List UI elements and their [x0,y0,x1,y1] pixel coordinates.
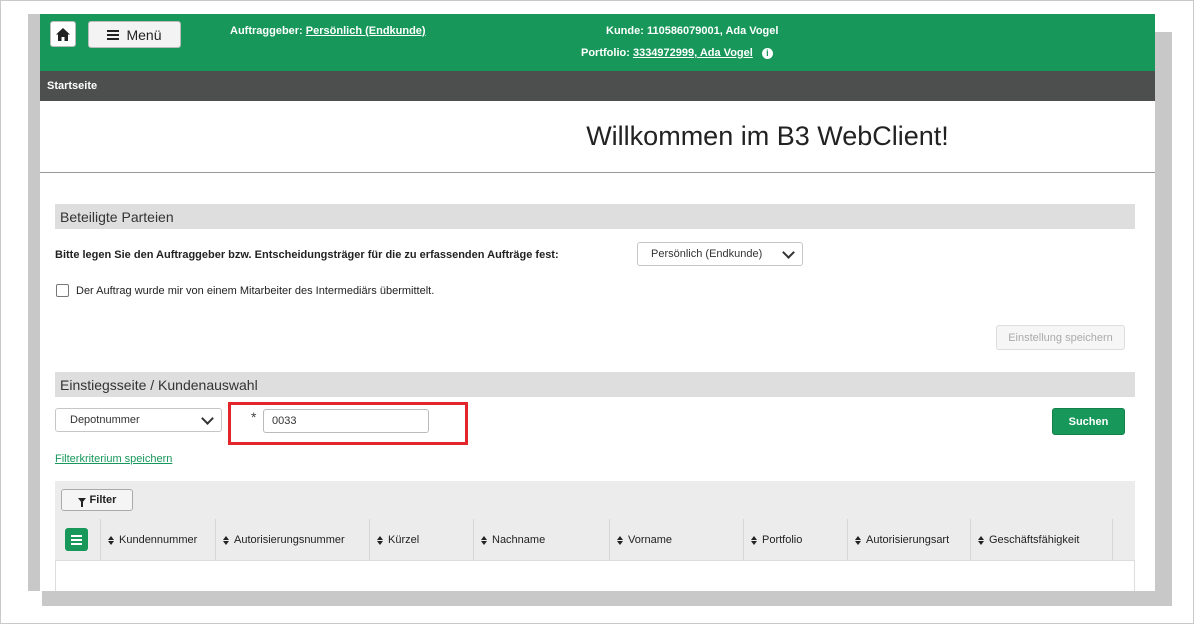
portfolio-info: Portfolio: 3334972999, Ada Vogel i [581,47,773,59]
column-header-kundennummer[interactable]: Kundennummer [101,519,216,561]
filter-icon [77,497,86,507]
search-criterion-value: Depotnummer [70,414,140,426]
column-menu-cell [55,519,101,561]
section-beteiligte-parteien: Beteiligte Parteien [55,204,1135,229]
kunde-value: 110586079001, Ada Vogel [646,25,779,37]
chevron-down-icon [201,412,214,425]
column-menu-button[interactable] [65,528,88,551]
auftraggeber-link[interactable]: Persönlich (Endkunde) [306,25,426,37]
app-window: Menü Auftraggeber: Persönlich (Endkunde)… [40,14,1155,591]
column-header-geschaeftsfaehigkeit[interactable]: Geschäftsfähigkeit [971,519,1113,561]
title-divider [40,172,1155,173]
save-filter-link[interactable]: Filterkriterium speichern [55,453,172,465]
page-title: Willkommen im B3 WebClient! [586,121,949,151]
sort-icon [223,535,229,545]
filter-toolbar [55,481,1135,519]
menu-button[interactable]: Menü [88,21,181,48]
search-button[interactable]: Suchen [1052,408,1125,435]
sort-icon [617,535,623,545]
sort-icon [978,535,984,545]
menu-label: Menü [126,26,162,43]
sort-icon [481,535,487,545]
results-table-header: Kundennummer Autorisierungsnummer Kürzel… [55,519,1135,561]
sort-icon [377,535,383,545]
results-table-body [55,561,1135,591]
top-bar: Menü Auftraggeber: Persönlich (Endkunde)… [40,14,1155,71]
column-header-autorisierungsart[interactable]: Autorisierungsart [848,519,971,561]
filter-button-label: Filter [89,494,117,506]
column-header-kuerzel[interactable]: Kürzel [370,519,474,561]
column-header-autorisierungsnummer[interactable]: Autorisierungsnummer [216,519,370,561]
breadcrumb-bar: Startseite [40,71,1155,101]
portfolio-link[interactable]: 3334972999, Ada Vogel [633,47,753,59]
intermediary-checkbox-label: Der Auftrag wurde mir von einem Mitarbei… [76,285,435,297]
window-shadow-bottom [42,591,1172,606]
auftraggeber-label: Auftraggeber: [230,25,303,37]
auftraggeber-select-value: Persönlich (Endkunde) [651,248,763,260]
auftraggeber-info: Auftraggeber: Persönlich (Endkunde) [230,25,426,37]
column-header-nachname[interactable]: Nachname [474,519,610,561]
kunde-label: Kunde: [606,25,644,37]
depotnummer-input[interactable] [263,409,429,433]
chevron-down-icon [782,246,795,259]
kunde-info: Kunde: 110586079001, Ada Vogel [606,25,778,37]
portfolio-label: Portfolio: [581,47,630,59]
hamburger-icon [107,28,120,42]
home-button[interactable] [50,21,76,47]
required-marker: * [251,409,257,425]
save-settings-button[interactable]: Einstellung speichern [996,325,1125,350]
info-icon[interactable]: i [761,47,773,59]
filter-button[interactable]: Filter [61,489,133,511]
section-kundenauswahl: Einstiegsseite / Kundenauswahl [55,372,1135,397]
column-header-portfolio[interactable]: Portfolio [744,519,848,561]
home-icon [56,27,70,41]
sort-icon [751,535,757,545]
window-shadow-right [1155,32,1172,606]
sort-icon [855,535,861,545]
search-criterion-select[interactable]: Depotnummer [55,408,222,432]
intermediary-checkbox[interactable] [56,284,69,297]
breadcrumb-startseite[interactable]: Startseite [47,80,97,92]
auftraggeber-select[interactable]: Persönlich (Endkunde) [637,242,803,266]
window-shadow-left [28,14,40,591]
sort-icon [108,535,114,545]
auftraggeber-prompt: Bitte legen Sie den Auftraggeber bzw. En… [55,249,559,261]
column-header-vorname[interactable]: Vorname [610,519,744,561]
